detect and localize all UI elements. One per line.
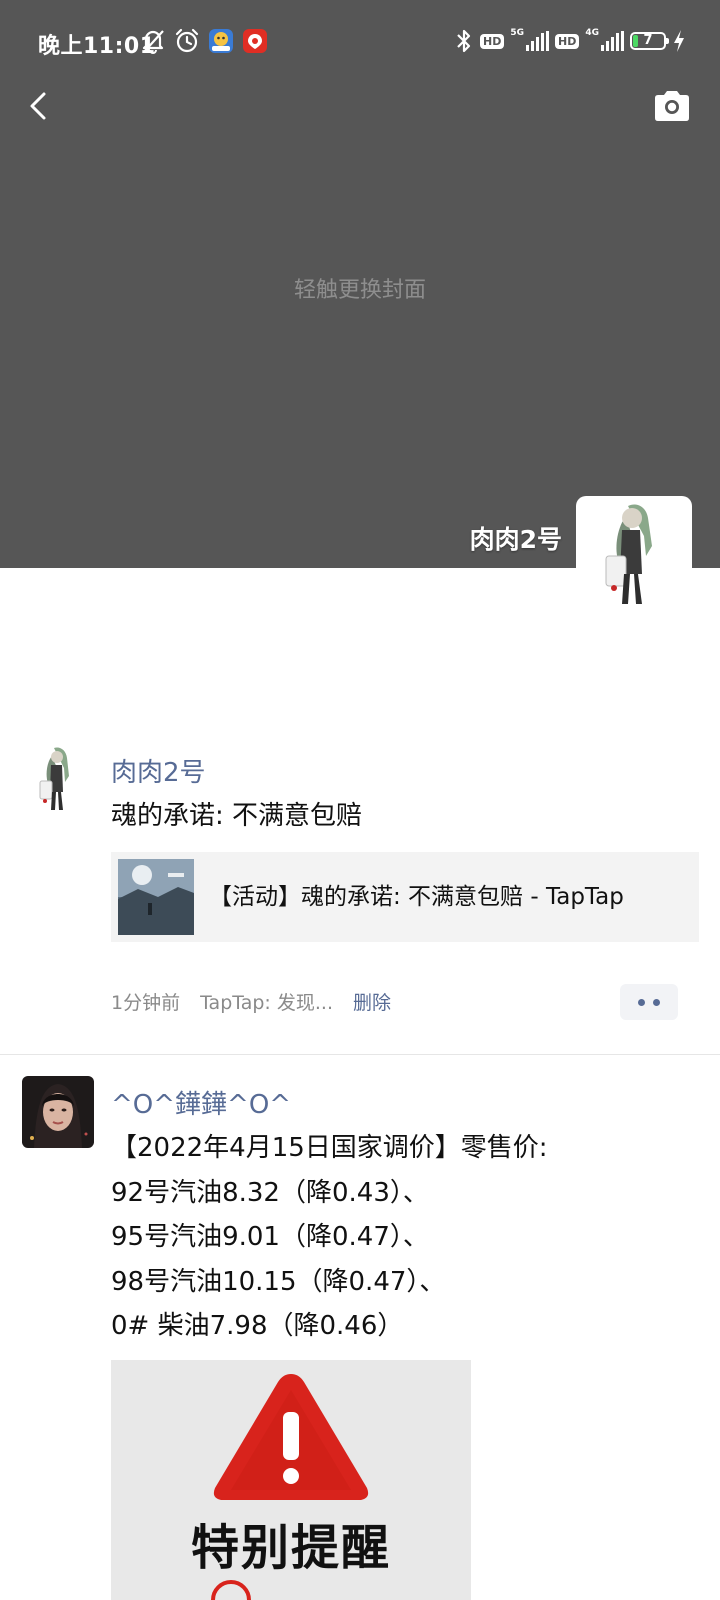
post-text: 魂的承诺: 不满意包赔 (111, 801, 363, 831)
dot-icon (653, 998, 660, 1006)
link-title: 【活动】魂的承诺: 不满意包赔 - TapTap (209, 884, 624, 910)
link-card[interactable]: 【活动】魂的承诺: 不满意包赔 - TapTap (111, 852, 699, 942)
status-icons-left (140, 26, 268, 56)
hd-badge: HD (480, 33, 505, 49)
avatar-illustration (605, 504, 652, 604)
status-bar: 晚上11:01 HD 5G HD 4G 7 (0, 0, 720, 84)
cover-area[interactable]: 晚上11:01 HD 5G HD 4G 7 轻触更换封面 (0, 0, 720, 568)
image-caption: 特别提醒 (190, 1520, 391, 1576)
battery-level: 7 (643, 33, 653, 48)
post-source[interactable]: TapTap: 发现... (200, 988, 333, 1015)
battery-icon: 7 (630, 32, 669, 50)
signal-strength-icon (526, 31, 549, 51)
post-text-line: 0# 柴油7.98（降0.46） (111, 1311, 404, 1341)
app-red-icon (243, 29, 267, 53)
charging-icon (674, 30, 684, 52)
change-cover-hint[interactable]: 轻触更换封面 (0, 272, 720, 304)
post-author-avatar[interactable] (22, 1076, 94, 1148)
bluetooth-icon (457, 29, 471, 53)
post-meta: 1分钟前 TapTap: 发现... 删除 (111, 988, 391, 1015)
link-thumbnail (118, 859, 194, 935)
dot-icon (638, 998, 645, 1006)
avatar-illustration (22, 744, 94, 816)
status-icons-right: HD 5G HD 4G 7 (454, 26, 686, 56)
delete-link[interactable]: 删除 (353, 988, 391, 1015)
more-actions-button[interactable] (620, 984, 678, 1020)
post-author-name[interactable]: 肉肉2号 (111, 752, 206, 789)
post-author-name[interactable]: ^O^鏵鏵^O^ (111, 1084, 291, 1121)
avatar-photo (22, 1076, 94, 1148)
app-badge-icon (209, 29, 233, 53)
post-text-line: 92号汽油8.32（降0.43）、 (111, 1177, 429, 1208)
post-image[interactable]: 特别提醒 (111, 1360, 471, 1600)
camera-icon[interactable] (652, 88, 692, 124)
mute-bell-icon (142, 30, 164, 54)
post-author-avatar[interactable] (22, 744, 94, 816)
post-time: 1分钟前 (111, 992, 181, 1014)
divider (0, 1054, 720, 1055)
profile-avatar[interactable] (576, 496, 692, 612)
back-icon[interactable] (22, 86, 56, 126)
profile-name[interactable]: 肉肉2号 (470, 520, 562, 556)
signal-strength-icon-2 (601, 31, 624, 51)
post-text-line: 【2022年4月15日国家调价】零售价: (111, 1133, 548, 1163)
hd-badge-2: HD (555, 33, 580, 49)
post-text-line: 95号汽油9.01（降0.47）、 (111, 1222, 429, 1252)
post-text-line: 98号汽油10.15（降0.47）、 (111, 1266, 446, 1297)
alarm-icon (175, 28, 199, 53)
status-time: 晚上11:01 (38, 34, 156, 59)
network-type-label-2: 4G (585, 28, 599, 38)
post-text: 【2022年4月15日国家调价】零售价: 92号汽油8.32（降0.43）、 9… (111, 1126, 691, 1349)
network-type-label: 5G (510, 28, 524, 38)
